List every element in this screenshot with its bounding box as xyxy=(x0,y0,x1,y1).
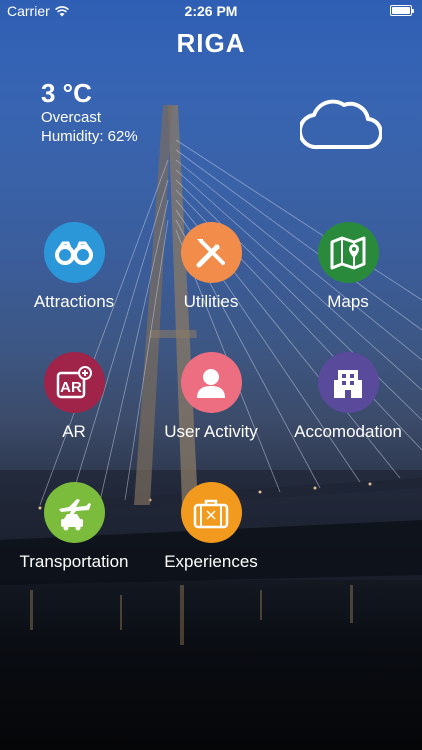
status-bar: Carrier 2:26 PM xyxy=(0,0,422,22)
svg-text:AR: AR xyxy=(60,379,82,396)
cloud-icon xyxy=(300,99,382,150)
accomodation-label: Accomodation xyxy=(294,422,402,441)
maps-label: Maps xyxy=(327,292,369,311)
menu-tile-accomodation[interactable]: Accomodation xyxy=(278,352,418,442)
ar-circle: AR xyxy=(43,352,105,413)
user-activity-circle xyxy=(180,352,242,413)
menu-tile-experiences[interactable]: Experiences xyxy=(141,482,281,572)
weather-condition: Overcast xyxy=(41,109,102,126)
city-title: RIGA xyxy=(176,28,246,58)
binoculars-icon xyxy=(55,241,93,265)
humidity-value: Humidity: 62% xyxy=(41,128,138,145)
suitcase-icon xyxy=(193,499,229,528)
map-icon xyxy=(330,236,366,269)
building-icon xyxy=(334,369,362,398)
attractions-label: Attractions xyxy=(33,292,115,311)
maps-circle xyxy=(317,222,379,283)
menu-tile-maps[interactable]: Maps xyxy=(278,222,418,312)
status-time: 2:26 PM xyxy=(184,3,238,19)
ar-label: AR xyxy=(62,422,86,441)
ar-icon: AR xyxy=(56,365,92,398)
menu-tile-ar[interactable]: AR AR xyxy=(4,352,144,442)
user-activity-label: User Activity xyxy=(164,422,258,441)
menu-tile-transportation[interactable]: Transportation xyxy=(4,482,144,572)
menu-tile-attractions[interactable]: Attractions xyxy=(4,222,144,312)
menu-tile-user-activity[interactable]: User Activity xyxy=(141,352,281,442)
battery-icon xyxy=(390,5,414,16)
accomodation-circle xyxy=(317,352,379,413)
weather-summary: 3 °C Overcast Humidity: 62% xyxy=(41,78,138,146)
app-screen: Carrier 2:26 PM RIGA 3 °C Overcast Humid… xyxy=(0,0,422,750)
tools-icon xyxy=(196,238,225,267)
attractions-circle xyxy=(43,222,105,283)
utilities-circle xyxy=(180,222,242,283)
user-icon xyxy=(197,368,225,398)
temperature-value: 3 °C xyxy=(41,78,92,108)
plane-car-icon xyxy=(59,498,91,530)
utilities-label: Utilities xyxy=(183,292,239,311)
transportation-circle xyxy=(43,482,105,543)
experiences-circle xyxy=(180,482,242,543)
experiences-label: Experiences xyxy=(164,552,258,571)
menu-tile-utilities[interactable]: Utilities xyxy=(141,222,281,312)
transportation-label: Transportation xyxy=(19,552,129,571)
